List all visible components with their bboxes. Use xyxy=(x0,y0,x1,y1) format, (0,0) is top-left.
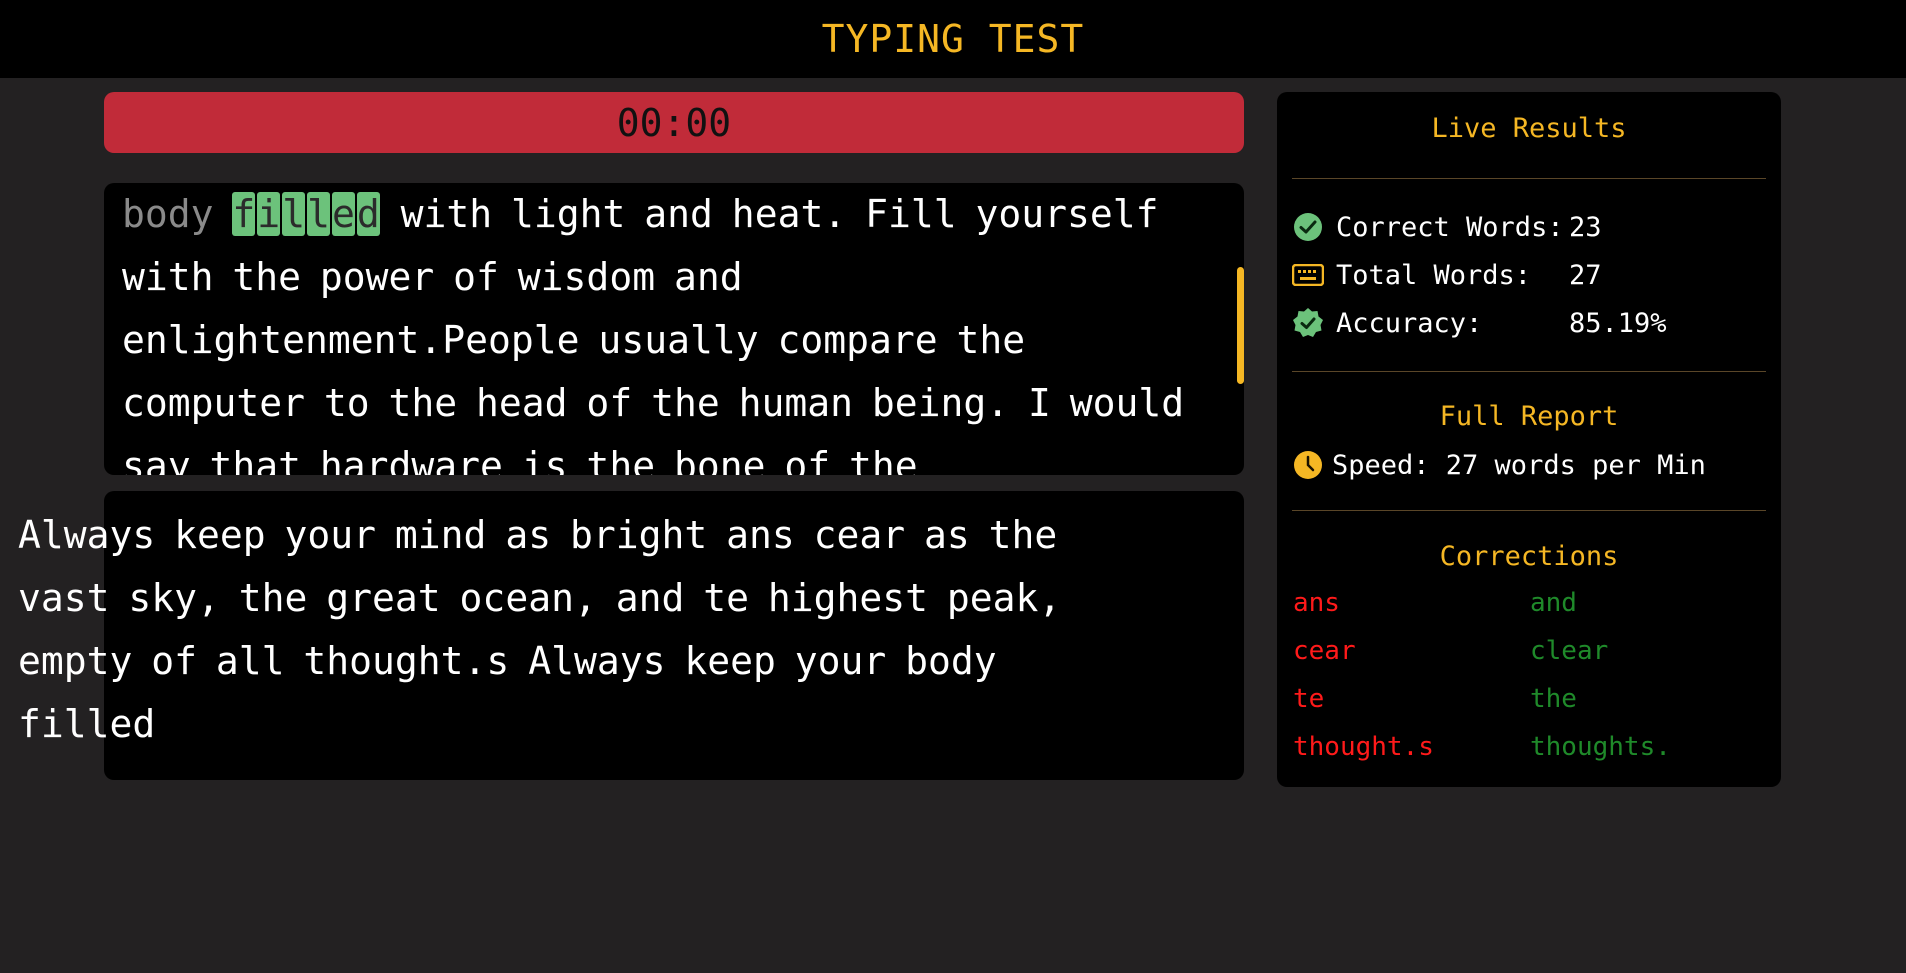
stat-correct-words: Correct Words: 23 xyxy=(1292,210,1602,244)
keyboard-icon xyxy=(1292,259,1324,291)
correction-right-word: thoughts. xyxy=(1530,732,1671,762)
correction-wrong-word: te xyxy=(1293,684,1325,714)
verified-badge-icon xyxy=(1292,307,1324,339)
live-results-title: Live Results xyxy=(1431,113,1627,144)
current-letter: e xyxy=(331,192,355,236)
typed-word: body xyxy=(122,192,214,236)
correction-right-word: and xyxy=(1530,588,1577,618)
typing-input[interactable]: Always keep your mind as bright ans cear… xyxy=(18,504,1138,756)
accuracy-value: 85.19% xyxy=(1569,307,1667,339)
divider xyxy=(1292,371,1766,372)
scrollbar-thumb[interactable] xyxy=(1237,267,1244,384)
current-letter: l xyxy=(282,192,306,236)
speed-row: Speed: 27 words per Min xyxy=(1292,448,1706,482)
correction-wrong-word: thought.s xyxy=(1293,732,1434,762)
correct-words-value: 23 xyxy=(1569,211,1602,243)
current-letter: i xyxy=(257,192,281,236)
check-circle-icon xyxy=(1292,211,1324,243)
stat-accuracy: Accuracy: 85.19% xyxy=(1292,306,1667,340)
current-letter: d xyxy=(356,192,380,236)
stat-total-words: Total Words: 27 xyxy=(1292,258,1602,292)
app-title: TYPING TEST xyxy=(821,17,1085,61)
current-letter: f xyxy=(232,192,256,236)
full-report-title: Full Report xyxy=(1439,401,1619,432)
reference-text-box[interactable]: body filled with light and heat. Fill yo… xyxy=(104,183,1244,475)
correction-wrong-word: cear xyxy=(1293,636,1356,666)
corrections-title: Corrections xyxy=(1439,541,1619,572)
total-words-value: 27 xyxy=(1569,259,1602,291)
divider xyxy=(1292,510,1766,511)
results-panel xyxy=(1277,92,1781,787)
correct-words-label: Correct Words: xyxy=(1336,211,1564,243)
accuracy-label: Accuracy: xyxy=(1336,307,1483,339)
timer-value: 00:00 xyxy=(616,100,732,145)
reference-text: body filled with light and heat. Fill yo… xyxy=(122,183,1212,475)
divider xyxy=(1292,178,1766,179)
speed-text: Speed: 27 words per Min xyxy=(1332,449,1706,481)
correction-right-word: clear xyxy=(1530,636,1609,666)
current-word: filled xyxy=(232,183,381,246)
app-header: TYPING TEST xyxy=(0,0,1906,78)
current-letter: l xyxy=(307,192,330,236)
correction-right-word: the xyxy=(1530,684,1577,714)
correction-wrong-word: ans xyxy=(1293,588,1340,618)
timer-display: 00:00 xyxy=(104,92,1244,153)
clock-icon xyxy=(1292,449,1324,481)
total-words-label: Total Words: xyxy=(1336,259,1532,291)
